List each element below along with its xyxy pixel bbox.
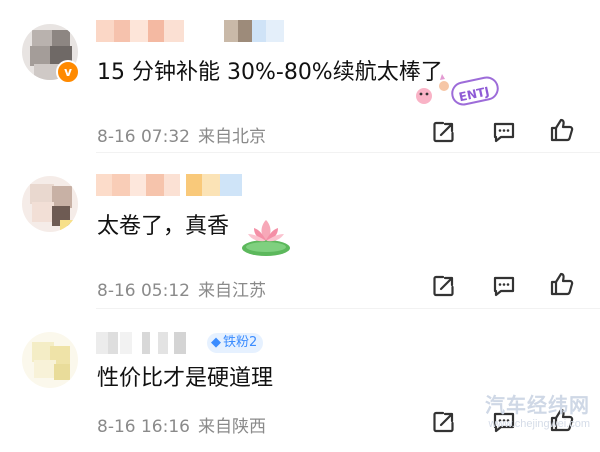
comment-location: 来自陕西 (197, 417, 266, 437)
comment-text: 太卷了，真香 (97, 214, 230, 239)
like-button[interactable] (548, 270, 576, 298)
comment-date: 8-16 16:16 (97, 417, 190, 437)
comment-meta: 8-16 05:12 来自江苏 (97, 276, 266, 301)
share-icon (433, 275, 454, 297)
watermark: 汽车经纬网 www.chejingwei.com (485, 389, 590, 430)
share-button[interactable] (430, 272, 458, 300)
share-button[interactable] (430, 408, 458, 436)
share-icon (433, 411, 454, 433)
diamond-icon: ◆ (211, 335, 221, 350)
comment-location: 来自江苏 (197, 281, 266, 301)
like-icon (550, 272, 574, 296)
avatar[interactable] (22, 332, 78, 388)
fan-badge: ◆ 铁粉2 (207, 333, 264, 353)
watermark-url: www.chejingwei.com (488, 418, 590, 430)
avatar[interactable] (22, 176, 78, 232)
watermark-title: 汽车经纬网 (485, 395, 590, 417)
comment-meta: 8-16 16:16 来自陕西 (97, 412, 266, 437)
comment-text: 性价比才是硬道理 (97, 366, 274, 391)
comment-date: 8-16 05:12 (97, 281, 190, 301)
divider (96, 152, 600, 153)
divider (96, 308, 600, 309)
username[interactable] (96, 332, 206, 354)
fan-badge-label: 铁粉2 (223, 335, 258, 350)
comment-button[interactable] (490, 272, 518, 300)
username[interactable] (96, 174, 256, 196)
comment-icon (493, 276, 515, 297)
comment-item: ◆ 铁粉2 性价比才是硬道理 8-16 16:16 来自陕西 (0, 0, 600, 437)
lotus-sticker (236, 212, 296, 258)
